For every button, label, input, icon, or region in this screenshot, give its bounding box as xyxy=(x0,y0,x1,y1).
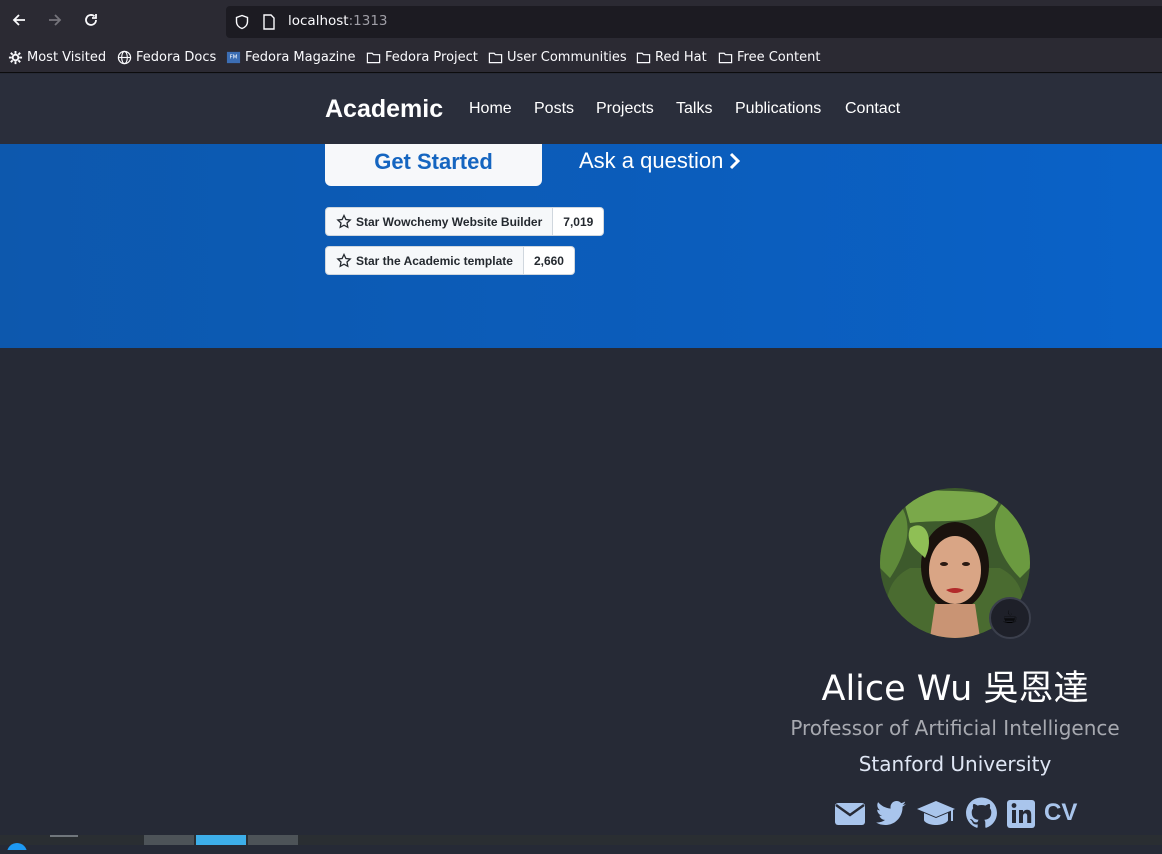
globe-icon xyxy=(117,50,132,65)
nav-projects[interactable]: Projects xyxy=(596,100,654,118)
cv-link[interactable]: CV xyxy=(1044,799,1077,827)
star-button[interactable]: Star Wowchemy Website Builder xyxy=(325,207,554,236)
star-icon xyxy=(336,252,352,268)
back-arrow-icon[interactable] xyxy=(8,11,30,33)
shield-icon[interactable] xyxy=(234,14,250,30)
envelope-icon[interactable] xyxy=(834,796,866,830)
nav-home[interactable]: Home xyxy=(469,100,512,118)
taskbar-item[interactable] xyxy=(248,835,298,845)
folder-icon xyxy=(718,52,733,64)
taskbar xyxy=(0,835,1162,854)
site-brand[interactable]: Academic xyxy=(325,95,443,124)
github-star-button[interactable]: Star Wowchemy Website Builder 7,019 xyxy=(325,207,605,236)
taskbar-launcher[interactable] xyxy=(4,835,30,854)
get-started-button[interactable]: Get Started xyxy=(325,144,542,186)
linkedin-icon[interactable] xyxy=(1006,796,1036,830)
status-emoji-badge: ☕ xyxy=(989,597,1031,639)
bookmarks-bar: Most Visited Fedora Docs FM Fedora Magaz… xyxy=(0,44,1162,73)
browser-toolbar: localhost:1313 xyxy=(0,0,1162,44)
reload-icon[interactable] xyxy=(80,11,102,33)
forward-arrow-icon[interactable] xyxy=(44,11,66,33)
taskbar-item[interactable] xyxy=(50,835,78,845)
github-star-button[interactable]: Star the Academic template 2,660 xyxy=(325,246,575,275)
gear-icon xyxy=(8,50,23,65)
hero-section: Get Started Ask a question Star Wowchemy… xyxy=(0,144,1162,348)
site-navbar: Academic Home Posts Projects Talks Publi… xyxy=(0,74,1162,144)
bookmark-fedora-magazine[interactable]: FM Fedora Magazine xyxy=(226,50,356,65)
folder-icon xyxy=(636,52,651,64)
fedora-magazine-icon: FM xyxy=(226,51,241,64)
profile-role: Professor of Artificial Intelligence xyxy=(790,716,1120,740)
chevron-right-icon xyxy=(730,152,741,170)
ask-question-link[interactable]: Ask a question xyxy=(579,148,741,174)
star-icon xyxy=(336,213,352,229)
star-count[interactable]: 2,660 xyxy=(523,246,575,275)
graduation-cap-icon[interactable] xyxy=(916,796,956,830)
nav-publications[interactable]: Publications xyxy=(735,100,821,118)
bookmark-free-content[interactable]: Free Content xyxy=(718,50,820,65)
taskbar-item[interactable] xyxy=(144,835,194,845)
bookmark-most-visited[interactable]: Most Visited xyxy=(8,50,106,65)
nav-talks[interactable]: Talks xyxy=(676,100,712,118)
nav-posts[interactable]: Posts xyxy=(534,100,574,118)
folder-icon xyxy=(488,52,503,64)
profile-name: Alice Wu 吳恩達 xyxy=(821,669,1089,709)
bookmark-user-communities[interactable]: User Communities xyxy=(488,50,627,65)
star-count[interactable]: 7,019 xyxy=(553,207,605,236)
profile-organization[interactable]: Stanford University xyxy=(780,752,1130,776)
folder-icon xyxy=(366,52,381,64)
twitter-icon[interactable] xyxy=(875,796,907,830)
bookmark-fedora-project[interactable]: Fedora Project xyxy=(366,50,478,65)
bookmark-fedora-docs[interactable]: Fedora Docs xyxy=(117,50,216,65)
url-text: localhost:1313 xyxy=(288,13,388,29)
nav-contact[interactable]: Contact xyxy=(845,100,900,118)
url-bar[interactable]: localhost:1313 xyxy=(226,6,1162,38)
github-icon[interactable] xyxy=(965,796,998,830)
taskbar-item-active[interactable] xyxy=(196,835,246,845)
bookmark-red-hat[interactable]: Red Hat xyxy=(636,50,707,65)
page-icon xyxy=(263,14,275,30)
svg-text:FM: FM xyxy=(229,54,237,60)
star-button[interactable]: Star the Academic template xyxy=(325,246,524,275)
